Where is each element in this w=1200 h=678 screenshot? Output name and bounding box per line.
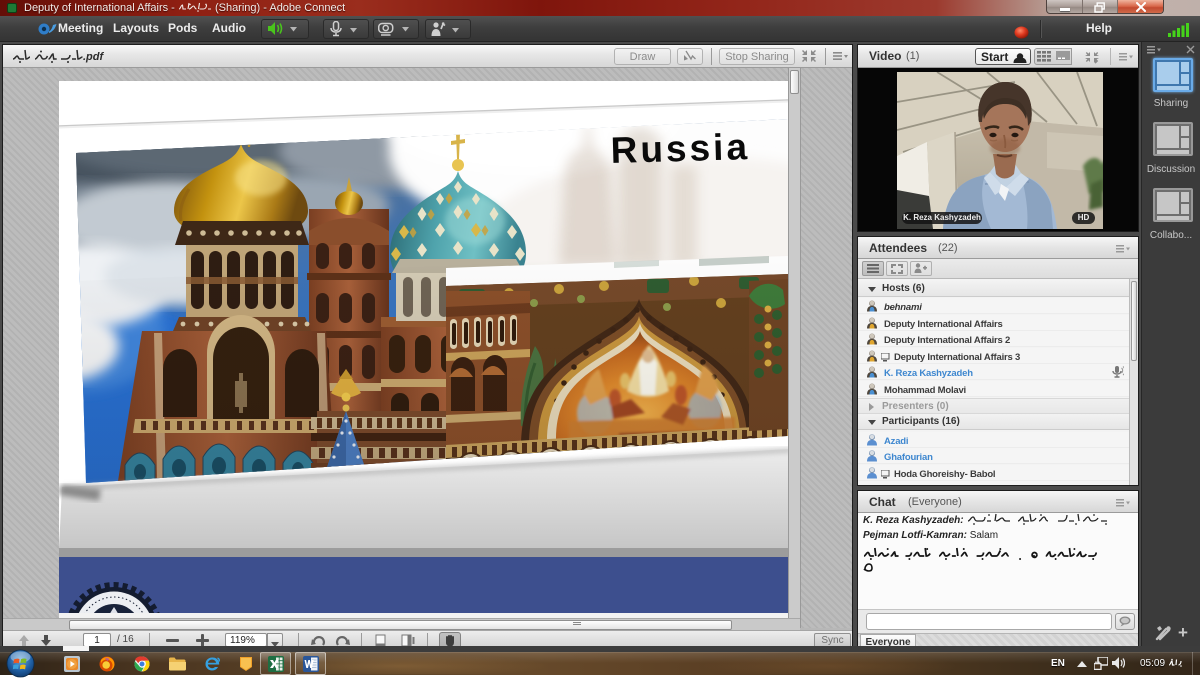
svg-text:.pdf: .pdf	[83, 51, 104, 63]
svg-text:Russia: Russia	[610, 126, 750, 171]
